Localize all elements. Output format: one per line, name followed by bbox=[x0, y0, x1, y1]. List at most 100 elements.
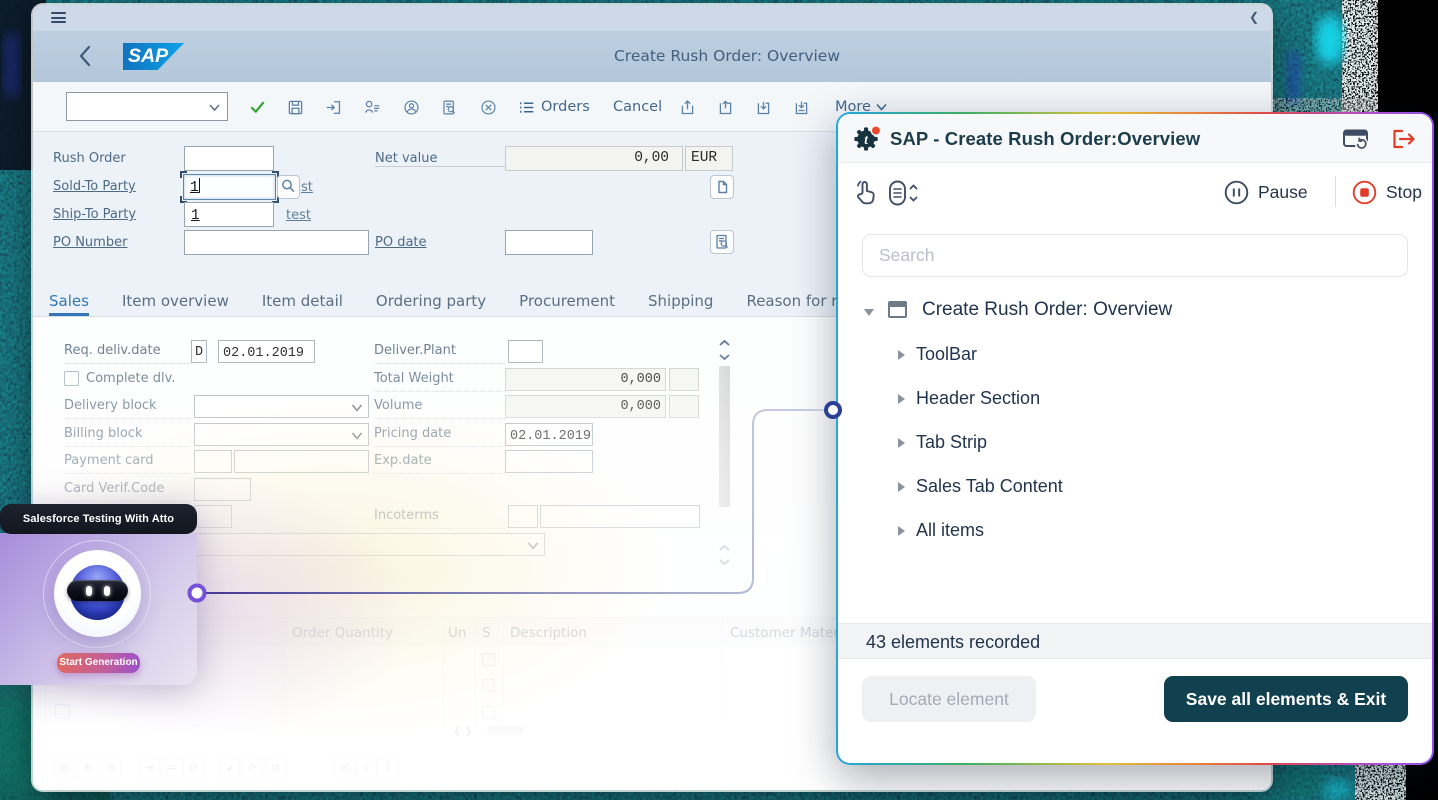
download-icon[interactable] bbox=[793, 99, 810, 116]
copy-document-button[interactable] bbox=[710, 175, 734, 199]
share-up-icon[interactable] bbox=[679, 99, 696, 116]
tab-ordering-party[interactable]: Ordering party bbox=[376, 290, 486, 316]
sold-to-label[interactable]: Sold-To Party bbox=[53, 179, 136, 194]
row-checkbox[interactable] bbox=[482, 679, 495, 692]
ship-to-suffix-link[interactable]: test bbox=[286, 208, 311, 223]
ship-to-label[interactable]: Ship-To Party bbox=[53, 207, 136, 222]
tab-item-overview[interactable]: Item overview bbox=[122, 290, 229, 316]
sold-to-input-focused[interactable]: 1 bbox=[183, 174, 276, 200]
exp-date-input[interactable] bbox=[505, 450, 593, 473]
export-icon[interactable]: ⇓ bbox=[378, 757, 399, 778]
tab-item-detail[interactable]: Item detail bbox=[262, 290, 343, 316]
row-checkbox[interactable] bbox=[482, 653, 495, 666]
caret-right-icon[interactable] bbox=[898, 394, 905, 404]
command-combobox[interactable] bbox=[66, 92, 228, 121]
order-reason-select[interactable] bbox=[194, 533, 545, 556]
filter-icon[interactable]: ▿ bbox=[356, 757, 377, 778]
tree-item-toolbar[interactable]: ToolBar bbox=[838, 341, 1432, 375]
refresh-icon[interactable]: ⟳ bbox=[242, 757, 263, 778]
po-number-label[interactable]: PO Number bbox=[53, 235, 127, 250]
document-search-icon[interactable] bbox=[441, 99, 458, 116]
payment-card-type-input[interactable] bbox=[194, 450, 232, 473]
ship-to-input[interactable] bbox=[184, 202, 274, 227]
caret-right-icon[interactable] bbox=[898, 482, 905, 492]
cancel-button[interactable]: Cancel bbox=[613, 82, 662, 132]
user-circle-icon[interactable] bbox=[403, 99, 420, 116]
pointer-hand-icon[interactable] bbox=[853, 179, 877, 207]
billing-block-select[interactable] bbox=[194, 423, 369, 446]
po-date-input[interactable] bbox=[505, 230, 593, 255]
start-generation-button[interactable]: Start Generation bbox=[57, 653, 140, 673]
tab-reason-for-rejection[interactable]: Reason for rej bbox=[746, 290, 850, 316]
detail-icon[interactable]: ▤ bbox=[54, 757, 75, 778]
caret-right-icon[interactable] bbox=[898, 526, 905, 536]
payment-card-number-input[interactable] bbox=[234, 450, 369, 473]
caret-down-icon[interactable] bbox=[864, 309, 874, 316]
value-help-button[interactable] bbox=[277, 175, 300, 199]
document-search-button[interactable] bbox=[710, 230, 734, 254]
grid-icon[interactable]: ⧉ bbox=[183, 757, 204, 778]
confirm-check-icon[interactable] bbox=[249, 99, 266, 116]
user-list-icon[interactable] bbox=[364, 99, 381, 116]
rush-order-input[interactable] bbox=[184, 146, 274, 171]
export-up-icon[interactable] bbox=[717, 99, 734, 116]
scroll-up-icon[interactable] bbox=[717, 338, 732, 348]
tree-item-tab-strip[interactable]: Tab Strip bbox=[838, 429, 1432, 463]
back-icon[interactable] bbox=[77, 44, 93, 68]
search-input[interactable] bbox=[862, 234, 1408, 277]
insert-icon[interactable]: ⇥ bbox=[139, 757, 160, 778]
caret-right-icon[interactable] bbox=[898, 438, 905, 448]
vertical-scrollbar-thumb[interactable] bbox=[719, 366, 730, 507]
delivery-block-select[interactable] bbox=[194, 395, 369, 418]
hamburger-menu-icon[interactable] bbox=[51, 12, 66, 24]
list-icon[interactable]: ≔ bbox=[161, 757, 182, 778]
tree-item-header-section[interactable]: Header Section bbox=[838, 385, 1432, 419]
row-select-checkbox[interactable] bbox=[55, 704, 70, 719]
page-up-icon[interactable] bbox=[717, 543, 732, 553]
po-date-label[interactable]: PO date bbox=[375, 235, 427, 250]
stop-button[interactable]: Stop bbox=[1352, 177, 1422, 207]
pricing-date-input[interactable] bbox=[505, 423, 593, 446]
page-down-icon[interactable] bbox=[717, 557, 732, 567]
req-deliv-type-input[interactable] bbox=[191, 340, 207, 363]
req-deliv-date-input[interactable] bbox=[218, 340, 315, 363]
exit-icon[interactable] bbox=[325, 99, 342, 116]
deliver-plant-input[interactable] bbox=[508, 340, 543, 363]
cancel-circle-icon[interactable] bbox=[480, 99, 497, 116]
tab-shipping[interactable]: Shipping bbox=[648, 290, 713, 316]
tree-root-row[interactable]: Create Rush Order: Overview bbox=[838, 296, 1432, 330]
collapse-chevron-icon[interactable]: ❮ bbox=[1249, 10, 1261, 25]
row-checkbox[interactable] bbox=[482, 706, 495, 719]
chart-icon[interactable]: ◕ bbox=[219, 757, 240, 778]
add-row-icon[interactable]: ⊕ bbox=[77, 757, 98, 778]
mail-icon[interactable]: ✉ bbox=[334, 757, 355, 778]
remove-row-icon[interactable]: ⊖ bbox=[100, 757, 121, 778]
incoterms-version-input[interactable] bbox=[194, 505, 232, 528]
card-verif-code-input[interactable] bbox=[194, 478, 251, 501]
scroll-down-icon[interactable] bbox=[717, 352, 732, 362]
sold-to-suffix-link[interactable]: st bbox=[301, 180, 313, 195]
import-down-icon[interactable] bbox=[755, 99, 772, 116]
column-divider bbox=[722, 617, 723, 725]
tab-procurement[interactable]: Procurement bbox=[519, 290, 615, 316]
complete-dlv-checkbox[interactable] bbox=[64, 371, 79, 386]
copy-icon[interactable]: ⧉ bbox=[265, 757, 286, 778]
scroll-capture-icon[interactable] bbox=[887, 179, 919, 207]
save-icon[interactable] bbox=[287, 99, 304, 116]
caret-right-icon[interactable] bbox=[898, 350, 905, 360]
pause-button[interactable]: Pause bbox=[1224, 177, 1308, 207]
horizontal-scrollbar-thumb[interactable] bbox=[487, 726, 523, 735]
save-all-elements-button[interactable]: Save all elements & Exit bbox=[1164, 676, 1408, 722]
tree-item-all-items[interactable]: All items bbox=[838, 517, 1432, 551]
po-number-input[interactable] bbox=[184, 230, 369, 255]
tab-sales[interactable]: Sales bbox=[49, 290, 89, 316]
tree-item-sales-tab-content[interactable]: Sales Tab Content bbox=[838, 473, 1432, 507]
restore-window-icon[interactable] bbox=[1342, 127, 1370, 151]
orders-button[interactable]: Orders bbox=[541, 82, 590, 132]
locate-element-button[interactable]: Locate element bbox=[862, 676, 1036, 722]
horizontal-scroll-icons[interactable]: ❮ ❯ bbox=[453, 726, 473, 738]
incoterms-code-input[interactable] bbox=[508, 505, 538, 528]
orders-list-icon[interactable] bbox=[518, 99, 535, 116]
incoterms-location-input[interactable] bbox=[540, 505, 700, 528]
exit-recorder-icon[interactable] bbox=[1390, 127, 1418, 151]
